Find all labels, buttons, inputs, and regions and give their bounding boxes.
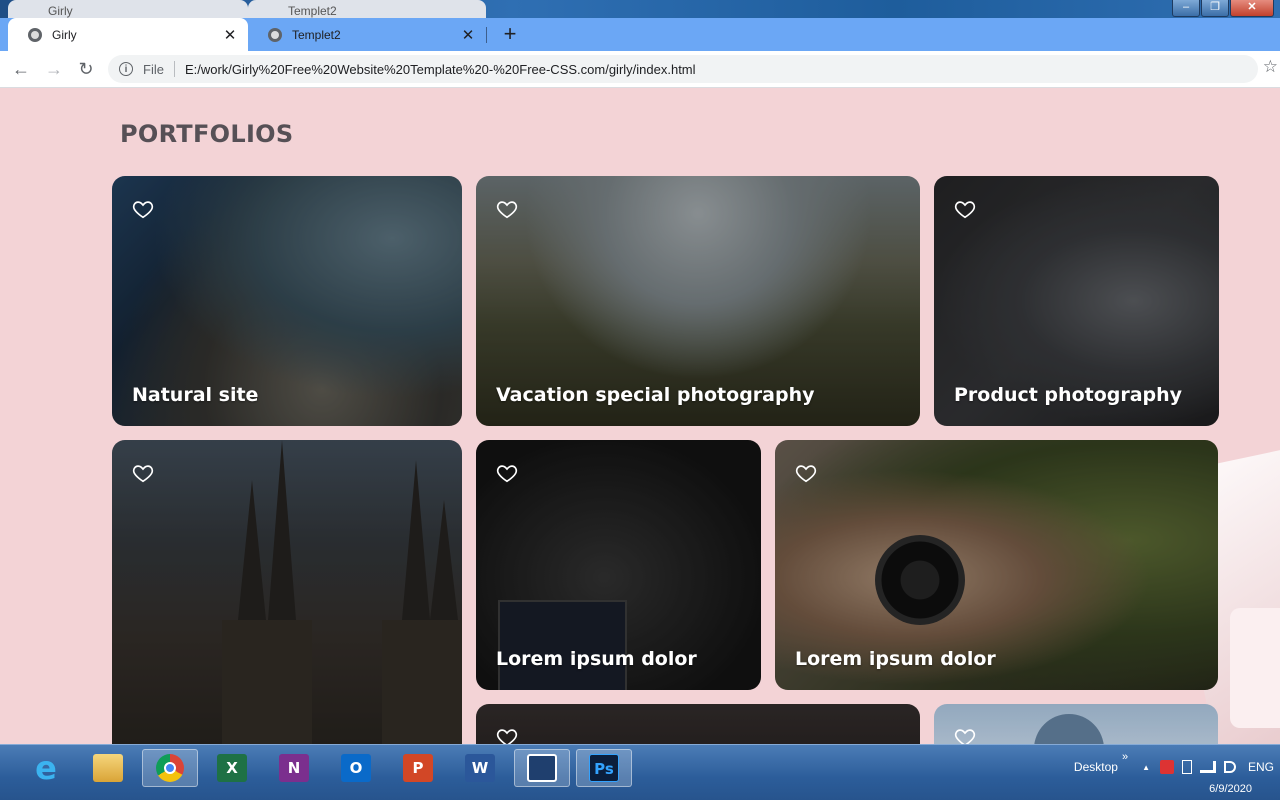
forward-button[interactable]: → <box>41 57 67 81</box>
tab-girly[interactable]: Girly ✕ <box>8 18 248 51</box>
card-overlay <box>476 704 920 744</box>
card-title: Product photography <box>954 384 1183 406</box>
taskbar-google-chrome[interactable] <box>142 749 198 787</box>
background-tab-label: Girly <box>48 4 73 18</box>
url-scheme-label: File <box>143 61 164 77</box>
address-bar[interactable]: i File E:/work/Girly%20Free%20Website%20… <box>108 55 1258 83</box>
new-tab-button[interactable]: + <box>498 18 522 51</box>
language-indicator[interactable]: ENG <box>1248 760 1274 774</box>
snipping-tool-icon <box>527 754 557 782</box>
tab-separator <box>486 27 487 43</box>
taskbar-word[interactable]: W <box>452 749 508 787</box>
portfolio-card[interactable] <box>112 440 462 744</box>
taskbar-outlook[interactable]: O <box>328 749 384 787</box>
taskbar-internet-explorer[interactable]: e <box>18 749 74 787</box>
heart-outline-icon[interactable] <box>496 462 518 484</box>
card-title: Lorem ipsum dolor <box>795 648 996 670</box>
chevron-icon[interactable]: » <box>1122 751 1128 763</box>
desktop-toolbar-label[interactable]: Desktop <box>1074 760 1118 774</box>
windows-taskbar: e X N O P W Ps Desktop » ▲ ENG 6/9/2020 <box>0 744 1280 800</box>
maximize-button[interactable]: ❐ <box>1201 0 1229 17</box>
outlook-icon: O <box>341 754 371 782</box>
minimize-button[interactable]: ‒ <box>1172 0 1200 17</box>
page-title: PORTFOLIOS <box>120 120 294 148</box>
folder-icon <box>93 754 123 782</box>
internet-explorer-icon: e <box>35 749 57 787</box>
heart-outline-icon[interactable] <box>954 726 976 744</box>
close-tab-icon[interactable]: ✕ <box>220 26 240 44</box>
powerpoint-icon: P <box>403 754 433 782</box>
close-tab-icon[interactable]: ✕ <box>458 26 478 44</box>
card-title: Vacation special photography <box>496 384 815 406</box>
globe-icon <box>28 27 42 42</box>
heart-outline-icon[interactable] <box>496 198 518 220</box>
back-button[interactable]: ← <box>8 57 34 81</box>
portfolio-card[interactable]: Natural site <box>112 176 462 426</box>
action-center-icon[interactable] <box>1159 760 1174 774</box>
taskbar-excel[interactable]: X <box>204 749 260 787</box>
network-signal-icon[interactable] <box>1199 761 1216 773</box>
page-content: PORTFOLIOS Natural site Vacation special… <box>0 88 1280 744</box>
heart-outline-icon[interactable] <box>496 726 518 744</box>
portfolio-card[interactable]: Vacation special photography <box>476 176 920 426</box>
portfolio-card[interactable] <box>934 704 1218 744</box>
card-overlay <box>934 704 1218 744</box>
tab-title: Templet2 <box>292 27 341 42</box>
background-tab-label: Templet2 <box>288 4 337 18</box>
heart-outline-icon[interactable] <box>132 198 154 220</box>
portfolio-card[interactable] <box>476 704 920 744</box>
volume-icon[interactable] <box>1223 761 1236 773</box>
onenote-icon: N <box>279 754 309 782</box>
show-hidden-icons-icon[interactable]: ▲ <box>1142 763 1150 772</box>
chrome-icon <box>156 754 184 782</box>
info-icon[interactable]: i <box>119 62 133 76</box>
taskbar-photoshop[interactable]: Ps <box>576 749 632 787</box>
card-overlay <box>112 440 462 744</box>
url-text[interactable]: E:/work/Girly%20Free%20Website%20Templat… <box>185 62 696 77</box>
taskbar-file-explorer[interactable] <box>80 749 136 787</box>
heart-outline-icon[interactable] <box>954 198 976 220</box>
heart-outline-icon[interactable] <box>795 462 817 484</box>
photoshop-icon: Ps <box>589 754 619 782</box>
excel-icon: X <box>217 754 247 782</box>
globe-icon <box>268 27 282 42</box>
word-icon: W <box>465 754 495 782</box>
background-tab-girly: Girly <box>8 0 248 18</box>
close-window-button[interactable]: ✕ <box>1230 0 1274 17</box>
portfolio-card[interactable]: Product photography <box>934 176 1219 426</box>
reload-button[interactable]: ↻ <box>73 57 99 81</box>
url-divider <box>173 61 175 77</box>
battery-icon[interactable] <box>1181 760 1192 774</box>
background-tab-templet2: Templet2 <box>248 0 486 18</box>
window-controls: ‒ ❐ ✕ <box>1171 0 1274 17</box>
card-title: Lorem ipsum dolor <box>496 648 697 670</box>
browser-toolbar: ← → ↻ i File E:/work/Girly%20Free%20Webs… <box>0 51 1280 88</box>
taskbar-powerpoint[interactable]: P <box>390 749 446 787</box>
portfolio-card[interactable]: Lorem ipsum dolor <box>476 440 761 690</box>
tab-strip: Girly ✕ Templet2 ✕ + <box>0 18 1280 51</box>
background-decoration <box>1230 608 1280 728</box>
clock-date[interactable]: 6/9/2020 <box>1209 783 1252 795</box>
heart-outline-icon[interactable] <box>132 462 154 484</box>
tab-title: Girly <box>52 27 77 42</box>
card-title: Natural site <box>132 384 259 406</box>
taskbar-onenote[interactable]: N <box>266 749 322 787</box>
bookmark-star-icon[interactable]: ☆ <box>1263 57 1278 77</box>
tab-templet2[interactable]: Templet2 ✕ <box>248 18 486 51</box>
taskbar-snipping-tool[interactable] <box>514 749 570 787</box>
portfolio-card[interactable]: Lorem ipsum dolor <box>775 440 1218 690</box>
